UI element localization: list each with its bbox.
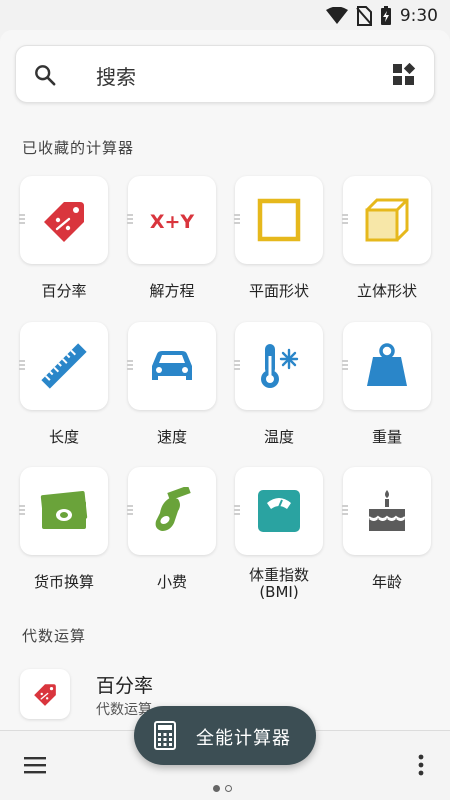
- weight-icon: [367, 343, 407, 386]
- status-bar: 9:30: [0, 0, 450, 32]
- tile-card[interactable]: [19, 176, 108, 264]
- tile-label: 百分率: [41, 282, 87, 300]
- tile-card[interactable]: [342, 467, 431, 555]
- tile-card[interactable]: [342, 322, 431, 410]
- tip-hand-icon: [155, 487, 191, 531]
- list-icon-box: [20, 669, 70, 719]
- tile-label: 温度: [263, 428, 294, 446]
- tile-label: 年龄: [371, 573, 402, 591]
- square-icon: [257, 198, 301, 242]
- tile-label: 速度: [156, 428, 187, 446]
- menu-icon[interactable]: [24, 756, 46, 774]
- fab-label: 全能计算器: [196, 728, 291, 749]
- tile-label: 平面形状: [248, 282, 309, 300]
- wifi-icon: [325, 7, 348, 24]
- page-indicator: [213, 785, 232, 792]
- car-icon: [152, 351, 192, 380]
- tile-label: 货币换算: [33, 573, 94, 591]
- tile-card[interactable]: [234, 322, 323, 410]
- money-icon: [40, 490, 88, 529]
- widgets-icon[interactable]: [392, 63, 416, 87]
- equation-xy-icon: X+Y: [150, 211, 195, 233]
- tile-card[interactable]: [19, 467, 108, 555]
- calculator-icon: [154, 721, 176, 750]
- percent-tag-icon: [34, 684, 56, 706]
- no-sim-icon: [356, 6, 372, 26]
- search-input[interactable]: 搜索: [96, 61, 136, 90]
- tile-label: 重量: [371, 428, 402, 446]
- svg-text:X+Y: X+Y: [150, 211, 195, 233]
- tile-card[interactable]: [127, 322, 216, 410]
- list-item-title: 百分率: [96, 675, 154, 697]
- search-bar[interactable]: 搜索: [15, 45, 435, 103]
- cake-icon: [368, 490, 406, 531]
- status-icons: 9:30: [325, 5, 438, 27]
- tile-card[interactable]: X+Y: [127, 176, 216, 264]
- cube-icon: [365, 198, 409, 242]
- ruler-icon: [41, 343, 87, 389]
- search-icon[interactable]: [34, 64, 56, 86]
- percent-tag-icon: [44, 202, 84, 242]
- tile-card[interactable]: [234, 467, 323, 555]
- tile-card[interactable]: [19, 322, 108, 410]
- page-dot-active: [213, 785, 220, 792]
- favorites-title: 已收藏的计算器: [22, 139, 135, 157]
- thermometer-icon: [261, 344, 299, 388]
- page-dot: [225, 785, 232, 792]
- more-vert-icon[interactable]: [418, 754, 424, 776]
- tile-card[interactable]: [234, 176, 323, 264]
- tile-card[interactable]: [342, 176, 431, 264]
- tile-label: 体重指数 (BMI): [248, 566, 309, 601]
- tile-label: 解方程: [149, 282, 195, 300]
- status-time: 9:30: [399, 6, 438, 26]
- tile-label: 小费: [156, 573, 187, 591]
- tile-card[interactable]: [127, 467, 216, 555]
- scale-icon: [258, 490, 300, 532]
- algebra-title: 代数运算: [22, 627, 87, 645]
- tile-label: 立体形状: [356, 282, 417, 300]
- battery-charging-icon: [380, 6, 391, 25]
- tile-label: 长度: [48, 428, 79, 446]
- all-calculator-fab[interactable]: 全能计算器: [134, 706, 316, 765]
